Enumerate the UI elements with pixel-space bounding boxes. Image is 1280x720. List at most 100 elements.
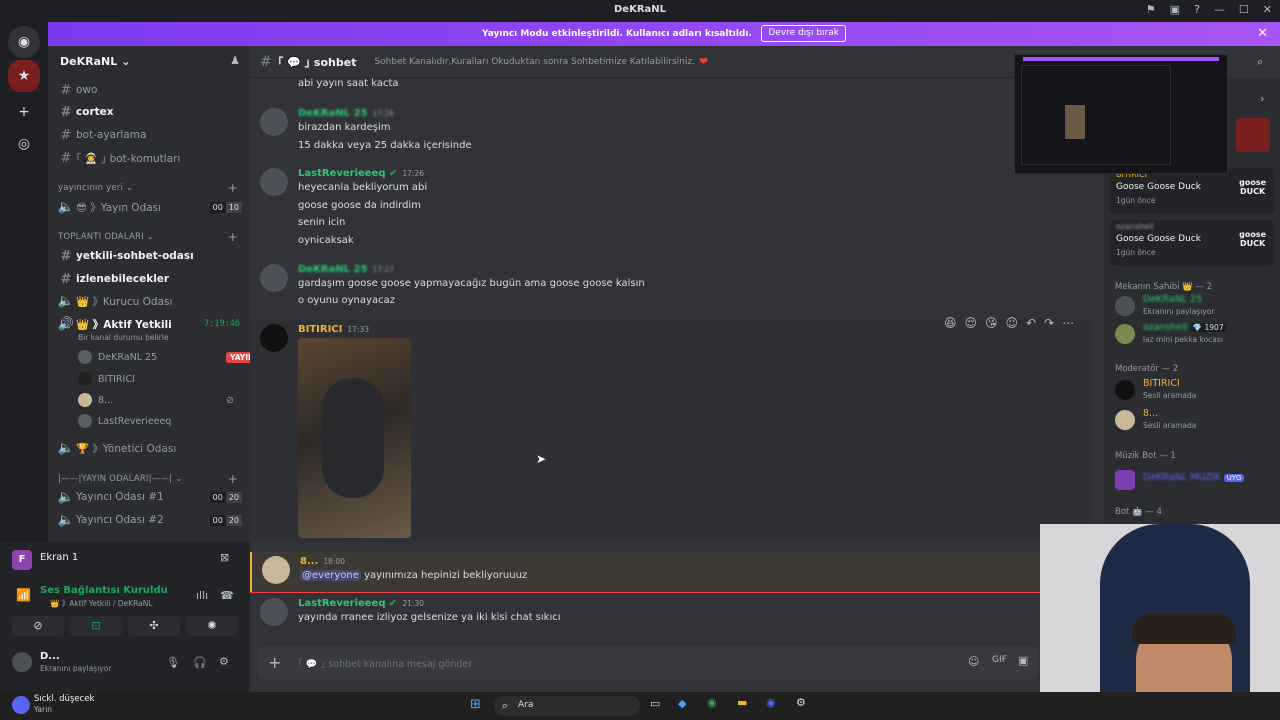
voice-yayinci-odasi-2[interactable]: 🔈 Yayıncı Odası #2 00 20 <box>56 510 246 530</box>
category-yayincinin-yeri[interactable]: yayıncının yeri ⌄ + <box>58 181 244 195</box>
folder-icon[interactable]: ▬ <box>737 696 747 709</box>
category-yayin-odalari[interactable]: |——|YAYIN ODALARI|——| ⌄ + <box>58 472 244 486</box>
close-window-icon[interactable]: ✕ <box>1263 3 1272 16</box>
activity-card[interactable]: BITIRICI Goose Goose Duck 1gün önce goos… <box>1110 168 1274 214</box>
member-row[interactable]: BITIRICI Sesli aramada <box>1115 378 1275 404</box>
member-row[interactable]: ozanshell 💎 1907 laz mini pekka kocası <box>1115 322 1275 348</box>
voice-aktif-yetkili[interactable]: 🔊 👑 》Aktif Yetkili 7:19:46 <box>56 314 246 334</box>
chrome-icon[interactable]: ◉ <box>707 696 717 709</box>
stop-share-icon[interactable]: ⊠ <box>220 551 229 564</box>
inbox-icon[interactable]: ⚑ <box>1146 3 1156 16</box>
avatar[interactable] <box>260 264 288 292</box>
member-row[interactable]: DeKRaNL MÜZİK UYG <box>1115 468 1275 494</box>
noise-suppression-icon[interactable]: ıllı <box>196 589 208 602</box>
app-icon[interactable]: ⚙ <box>796 696 806 709</box>
help-icon[interactable]: ? <box>1194 3 1200 16</box>
channel-cortex[interactable]: # cortex <box>56 102 246 122</box>
message-author[interactable]: DeKRaNL 25 17:26 <box>298 108 394 119</box>
forward-icon[interactable]: ↷ <box>1044 316 1054 330</box>
reply-icon[interactable]: ↶ <box>1026 316 1036 330</box>
message-author[interactable]: BITIRICI 17:33 <box>298 324 369 335</box>
message-author[interactable]: LastReverieeeq ✔ 21:30 <box>298 598 424 609</box>
server-header[interactable]: DeKRaNL ⌄ ♟ <box>48 46 250 78</box>
category-toplanti-odalari[interactable]: TOPLANTI ODALARI ⌄ + <box>58 230 244 244</box>
screen-share-button[interactable]: ⊡ <box>70 616 122 636</box>
add-channel-icon[interactable]: + <box>228 472 238 486</box>
avatar[interactable] <box>260 598 288 626</box>
discord-taskbar-icon[interactable]: ◉ <box>766 696 776 709</box>
voice-yayin-odasi[interactable]: 🔈 😎 》Yayın Odası 00 10 <box>56 197 246 217</box>
verified-icon: ✔ <box>388 168 398 179</box>
microphone-icon[interactable]: 🎙 <box>166 656 180 669</box>
attach-plus-icon[interactable]: + <box>268 653 281 672</box>
message-input[interactable]: ｢ 💬 ｣ sohbet kanalına mesaj gönder <box>298 656 472 670</box>
camera-off-button[interactable]: ⊘ <box>12 616 64 636</box>
gift-icon[interactable]: ☺ <box>968 655 979 668</box>
search-icon[interactable]: ⌕ <box>1257 55 1263 69</box>
soundboard-button[interactable]: ✺ <box>186 616 238 636</box>
message-author[interactable]: 8... 18:00 <box>300 556 345 567</box>
channel-topic[interactable]: Sohbet Kanalıdır,Kuralları Okuduktan son… <box>374 57 695 67</box>
voice-member[interactable]: 8... ⊘ <box>78 391 234 409</box>
speaker-icon: 🔈 <box>57 489 75 505</box>
avatar[interactable] <box>260 324 288 352</box>
server-icon[interactable]: ★ <box>8 60 40 92</box>
channel-owo[interactable]: # owo <box>56 80 246 100</box>
search-box[interactable]: ⌕ Ara <box>494 696 640 716</box>
voice-member[interactable]: LastReverieeeq <box>78 412 171 430</box>
windows-start-icon[interactable]: ⊞ <box>470 697 481 712</box>
channel-yetkili-sohbet[interactable]: # yetkili-sohbet-odası <box>56 246 246 266</box>
stream-preview[interactable] <box>1014 54 1228 174</box>
voice-yayinci-odasi-1[interactable]: 🔈 Yayıncı Odası #1 00 20 <box>56 487 246 507</box>
sticker-icon[interactable]: ▣ <box>1018 654 1028 667</box>
add-channel-icon[interactable]: + <box>228 181 238 195</box>
attached-image[interactable] <box>298 338 411 538</box>
add-reaction-icon[interactable]: ☺ <box>1006 316 1019 330</box>
message-author[interactable]: LastReverieeeq ✔ 17:26 <box>298 168 424 179</box>
add-server-icon[interactable]: + <box>8 96 40 128</box>
settings-icon[interactable]: ⚙ <box>219 655 229 668</box>
reaction-smile-icon[interactable]: 😌 <box>965 316 978 330</box>
voice-member[interactable]: DeKRaNL 25YAYINDA <box>78 348 250 366</box>
channel-bot-ayarlama[interactable]: # bot-ayarlama <box>56 125 246 145</box>
message-author[interactable]: DeKRaNL 25 17:27 <box>298 264 394 275</box>
add-member-icon[interactable]: ♟ <box>230 54 240 67</box>
explore-icon[interactable]: ◎ <box>8 128 40 160</box>
connection-status[interactable]: Ses Bağlantısı Kuruldu <box>40 585 168 596</box>
close-icon[interactable]: ✕ <box>1257 26 1268 41</box>
disable-streamer-mode-button[interactable]: Devre dışı bırak <box>761 24 846 42</box>
avatar[interactable] <box>12 652 32 672</box>
discord-home-icon[interactable]: ◉ <box>8 26 40 58</box>
activities-button[interactable]: ✣ <box>128 616 180 636</box>
reaction-laugh-icon[interactable]: 😆 <box>944 316 957 330</box>
avatar[interactable] <box>262 556 290 584</box>
maximize-icon[interactable]: ☐ <box>1239 3 1249 16</box>
weather-icon[interactable] <box>12 696 30 714</box>
avatar[interactable] <box>260 168 288 196</box>
reaction-kiss-icon[interactable]: 😘 <box>985 316 998 330</box>
member-row[interactable]: DeKRaNL 25 Ekranını paylaşıyor <box>1115 294 1275 320</box>
copilot-icon[interactable]: ◆ <box>678 697 686 710</box>
mention[interactable]: @everyone <box>300 570 361 581</box>
avatar[interactable] <box>260 108 288 136</box>
voice-yonetici-odasi[interactable]: 🔈 🏆 》Yönetici Odası <box>56 438 246 458</box>
gif-icon[interactable]: GIF <box>992 655 1007 665</box>
add-channel-icon[interactable]: + <box>228 230 238 244</box>
channel-status[interactable]: Bir kanal durumu belirle <box>78 333 168 342</box>
chevron-right-icon[interactable]: › <box>1260 92 1264 105</box>
voice-kurucu-odasi[interactable]: 🔈 👑 》Kurucu Odası <box>56 291 246 311</box>
message-text: yayında rranee izliyoz gelsenize ya iki … <box>298 612 561 623</box>
voice-member[interactable]: BITIRICI <box>78 370 135 388</box>
headphones-icon[interactable]: 🎧 <box>193 656 207 669</box>
channel-izlenebilecekler[interactable]: # izlenebilecekler <box>56 269 246 289</box>
weather-text[interactable]: Sıckl. düşecek <box>34 694 94 704</box>
minimize-icon[interactable]: — <box>1214 3 1225 16</box>
member-row[interactable]: 8... Sesli aramada <box>1115 408 1275 434</box>
activity-card[interactable]: ozanshell Goose Goose Duck 1gün önce goo… <box>1110 220 1274 266</box>
more-icon[interactable]: ⋯ <box>1062 316 1074 330</box>
task-view-icon[interactable]: ▭ <box>650 697 660 710</box>
channel-bot-komutlari[interactable]: # ｢ 👨‍🚀 ｣ bot-komutları <box>56 148 246 168</box>
stream-thumbnail[interactable] <box>1236 118 1270 152</box>
monitor-icon[interactable]: ▣ <box>1170 3 1180 16</box>
disconnect-icon[interactable]: ☎ <box>220 589 234 602</box>
